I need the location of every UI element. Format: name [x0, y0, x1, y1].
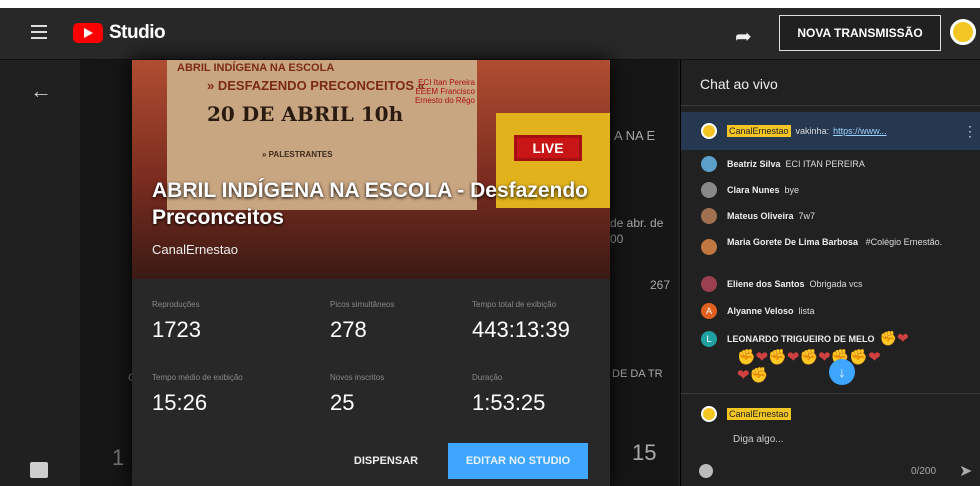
avatar	[701, 182, 717, 198]
chat-message: L LEONARDO TRIGUEIRO DE MELO ✊❤	[701, 330, 971, 347]
chat-message: Maria Gorete De Lima Barbosa #Colégio Er…	[701, 236, 971, 255]
stat-label: Picos simultâneos	[330, 300, 395, 309]
stat-label: Novos inscritos	[330, 373, 385, 382]
back-arrow-icon[interactable]: ←	[30, 78, 52, 104]
message-text: 7w7	[798, 211, 816, 221]
left-nav: ←	[0, 60, 80, 486]
avatar	[701, 406, 717, 422]
author-name: Clara Nunes	[727, 185, 780, 195]
poster-banner: ABRIL INDÍGENA NA ESCOLA	[177, 62, 335, 74]
bg-fragment: de abr. de	[610, 216, 664, 230]
video-thumbnail: ABRIL INDÍGENA NA ESCOLA » DESFAZENDO PR…	[132, 60, 610, 279]
stat-value: 443:13:39	[472, 317, 570, 342]
channel-name: CanalErnestao	[152, 242, 238, 257]
poster-subtitle: » DESFAZENDO PRECONCEITOS «	[207, 78, 425, 93]
avatar	[701, 123, 717, 139]
bg-fragment: 1	[112, 445, 125, 470]
poster-speakers: » PALESTRANTES	[262, 150, 333, 159]
dismiss-button[interactable]: DISPENSAR	[340, 445, 432, 477]
live-badge: LIVE	[514, 135, 582, 161]
input-author: CanalErnestao	[701, 406, 971, 422]
chat-message: Eliene dos Santos Obrigada vcs	[701, 276, 971, 292]
stat-value: 1723	[152, 317, 201, 342]
author-name: Mateus Oliveira	[727, 211, 794, 221]
chat-input[interactable]: Diga algo...	[733, 434, 784, 445]
avatar: L	[701, 330, 717, 347]
char-counter: 0/200	[911, 466, 937, 477]
stat-value: 15:26	[152, 390, 208, 415]
chat-message: A Alyanne Veloso lista	[701, 303, 971, 319]
pinned-link[interactable]: https://www...	[833, 126, 887, 136]
feedback-icon[interactable]	[30, 462, 48, 478]
author-name: Beatriz Silva	[727, 159, 781, 169]
stat-views: Reproduções 1723	[152, 300, 201, 343]
author-name: Maria Gorete De Lima Barbosa	[727, 237, 859, 247]
bg-fragment: 15	[632, 440, 657, 465]
chat-header: Chat ao vivo ⋮	[681, 60, 980, 106]
browser-top-strip	[0, 0, 980, 8]
pinned-message-row: CanalErnestao vakinha: https://www... ⋮	[701, 123, 977, 139]
edit-in-studio-button[interactable]: EDITAR NO STUDIO	[448, 443, 588, 479]
new-broadcast-button[interactable]: NOVA TRANSMISSÃO	[779, 15, 941, 51]
avatar	[701, 156, 717, 172]
stat-value: 1:53:25	[472, 390, 546, 415]
message-text: bye	[784, 185, 800, 195]
author-name: Eliene dos Santos	[727, 279, 805, 289]
chat-message: Clara Nunes bye	[701, 182, 971, 198]
stat-new-subscribers: Novos inscritos 25	[330, 373, 384, 416]
avatar	[701, 208, 717, 224]
more-options-icon[interactable]: ⋮	[973, 72, 980, 92]
top-header: Studio ➦ NOVA TRANSMISSÃO	[0, 8, 980, 60]
poster-schools: ECI Itan Pereira EEEM Francisco Ernesto …	[414, 78, 475, 105]
avatar: A	[701, 303, 717, 319]
owner-badge: CanalErnestao	[727, 125, 791, 137]
chat-message: Mateus Oliveira 7w7	[701, 208, 971, 224]
message-text: Obrigada vcs	[809, 279, 863, 289]
stat-duration: Duração 1:53:25	[472, 373, 545, 416]
author-name: LEONARDO TRIGUEIRO DE MELO	[727, 333, 875, 344]
stat-peak-concurrent: Picos simultâneos 278	[330, 300, 394, 343]
emoji-row: ✊❤	[879, 330, 909, 346]
pinned-message[interactable]: CanalErnestao vakinha: https://www... ⋮	[681, 112, 980, 150]
app-name: Studio	[109, 22, 166, 43]
send-icon[interactable]: ➤	[959, 461, 972, 481]
video-title: ABRIL INDÍGENA NA ESCOLA - Desfazendo Pr…	[152, 179, 588, 229]
chat-title: Chat ao vivo	[700, 76, 778, 92]
stream-summary-dialog: ABRIL INDÍGENA NA ESCOLA » DESFAZENDO PR…	[132, 60, 610, 486]
stat-value: 25	[330, 390, 355, 415]
stat-label: Duração	[472, 373, 503, 382]
scroll-down-button[interactable]: ↓	[829, 359, 855, 385]
background-dashboard-right: A NA E de abr. de 00 267 DE DA TR 15	[610, 60, 678, 486]
message-text: #Colégio Ernestão.	[865, 237, 943, 247]
chat-input-area: CanalErnestao Diga algo... 0/200 ➤	[681, 393, 980, 486]
stat-total-watch-time: Tempo total de exibição 443:13:39	[472, 300, 570, 343]
owner-badge: CanalErnestao	[727, 408, 791, 420]
chat-message: Beatriz Silva ECI ITAN PEREIRA	[701, 156, 971, 172]
stat-value: 278	[330, 317, 367, 342]
stat-label: Reproduções	[152, 300, 200, 309]
bg-fragment: A NA E	[614, 128, 656, 143]
live-chat-panel: Chat ao vivo ⋮ CanalErnestao vakinha: ht…	[680, 60, 980, 486]
stat-label: Tempo médio de exibição	[152, 373, 243, 382]
menu-icon[interactable]	[31, 25, 47, 39]
share-arrow-icon[interactable]: ➦	[735, 24, 752, 49]
bg-fragment: 267	[650, 278, 671, 292]
bg-fragment: 00	[610, 232, 624, 246]
author-name: Alyanne Veloso	[727, 306, 794, 316]
stat-average-watch-time: Tempo médio de exibição 15:26	[152, 373, 243, 416]
pinned-text: vakinha:	[795, 126, 830, 136]
youtube-logo-icon[interactable]	[73, 23, 103, 43]
avatar	[701, 239, 717, 255]
avatar	[701, 276, 717, 292]
emoji-picker-icon[interactable]	[699, 464, 713, 478]
message-text: lista	[798, 306, 815, 316]
poster-date: 20 DE ABRIL 10h	[207, 102, 404, 126]
stat-label: Tempo total de exibição	[472, 300, 557, 309]
bg-fragment: DE DA TR	[612, 368, 663, 380]
message-options-icon[interactable]: ⋮	[963, 123, 977, 140]
message-text: ECI ITAN PEREIRA	[785, 159, 865, 169]
account-avatar[interactable]	[950, 19, 976, 45]
